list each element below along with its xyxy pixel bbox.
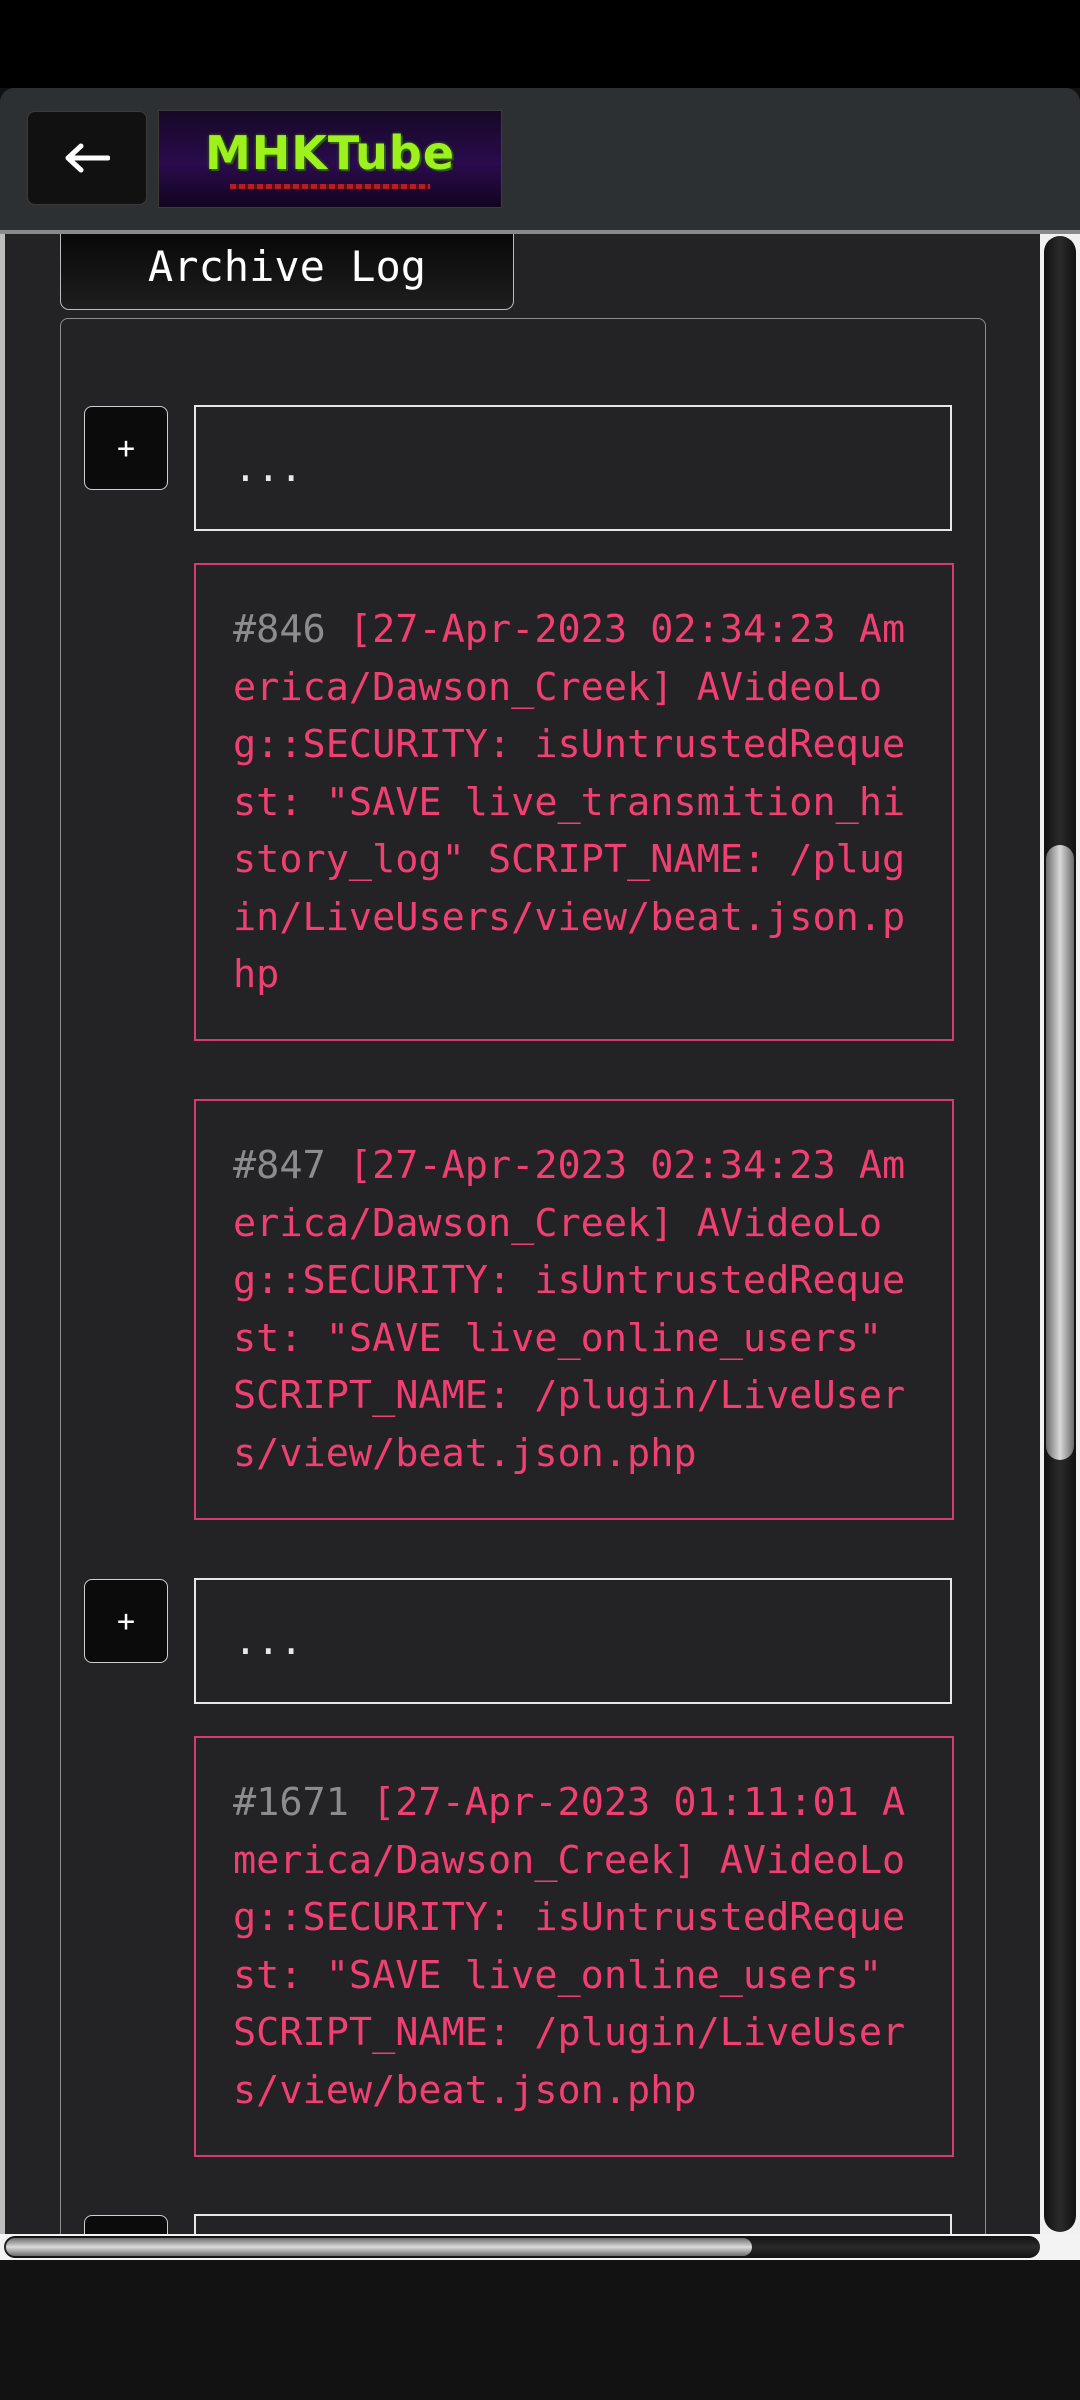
collapsed-lines[interactable]: ... bbox=[194, 1578, 952, 1704]
expand-button[interactable]: + bbox=[84, 2215, 168, 2234]
horizontal-scrollbar-thumb[interactable] bbox=[6, 2238, 752, 2256]
log-entry-number: #846 bbox=[233, 607, 349, 652]
collapsed-lines[interactable]: ... bbox=[194, 405, 952, 531]
vertical-scrollbar-thumb[interactable] bbox=[1046, 845, 1074, 1460]
app-header: MHKTube bbox=[0, 88, 1080, 230]
archive-log-panel: + ... #846 [27-Apr-2023 02:34:23 America… bbox=[60, 318, 986, 2234]
logo-text: MHKTube bbox=[204, 125, 456, 180]
log-entry-number: #1671 bbox=[233, 1780, 373, 1825]
site-logo[interactable]: MHKTube bbox=[158, 110, 502, 208]
log-entry-number: #847 bbox=[233, 1143, 349, 1188]
log-entry-text: [27-Apr-2023 02:34:23 America/Dawson_Cre… bbox=[233, 1143, 906, 1476]
log-entry-text: [27-Apr-2023 01:11:01 America/Dawson_Cre… bbox=[233, 1780, 906, 2113]
expand-button[interactable]: + bbox=[84, 1579, 168, 1663]
expand-button[interactable]: + bbox=[84, 406, 168, 490]
log-entry: #846 [27-Apr-2023 02:34:23 America/Dawso… bbox=[194, 563, 954, 1041]
log-entry-text: [27-Apr-2023 02:34:23 America/Dawson_Cre… bbox=[233, 607, 906, 997]
logo-subtext-stripe bbox=[230, 183, 430, 189]
log-entry: #847 [27-Apr-2023 02:34:23 America/Dawso… bbox=[194, 1099, 954, 1520]
log-viewport[interactable]: Archive Log + ... #846 [27-Apr-2023 02:3… bbox=[0, 234, 1045, 2234]
status-bar bbox=[0, 0, 1080, 88]
arrow-left-icon bbox=[65, 143, 110, 173]
back-button[interactable] bbox=[27, 111, 147, 205]
tab-archive-log[interactable]: Archive Log bbox=[60, 234, 514, 310]
navigation-area bbox=[0, 2260, 1080, 2400]
collapsed-lines[interactable]: ... bbox=[194, 2214, 952, 2234]
log-entry: #1671 [27-Apr-2023 01:11:01 America/Daws… bbox=[194, 1736, 954, 2157]
